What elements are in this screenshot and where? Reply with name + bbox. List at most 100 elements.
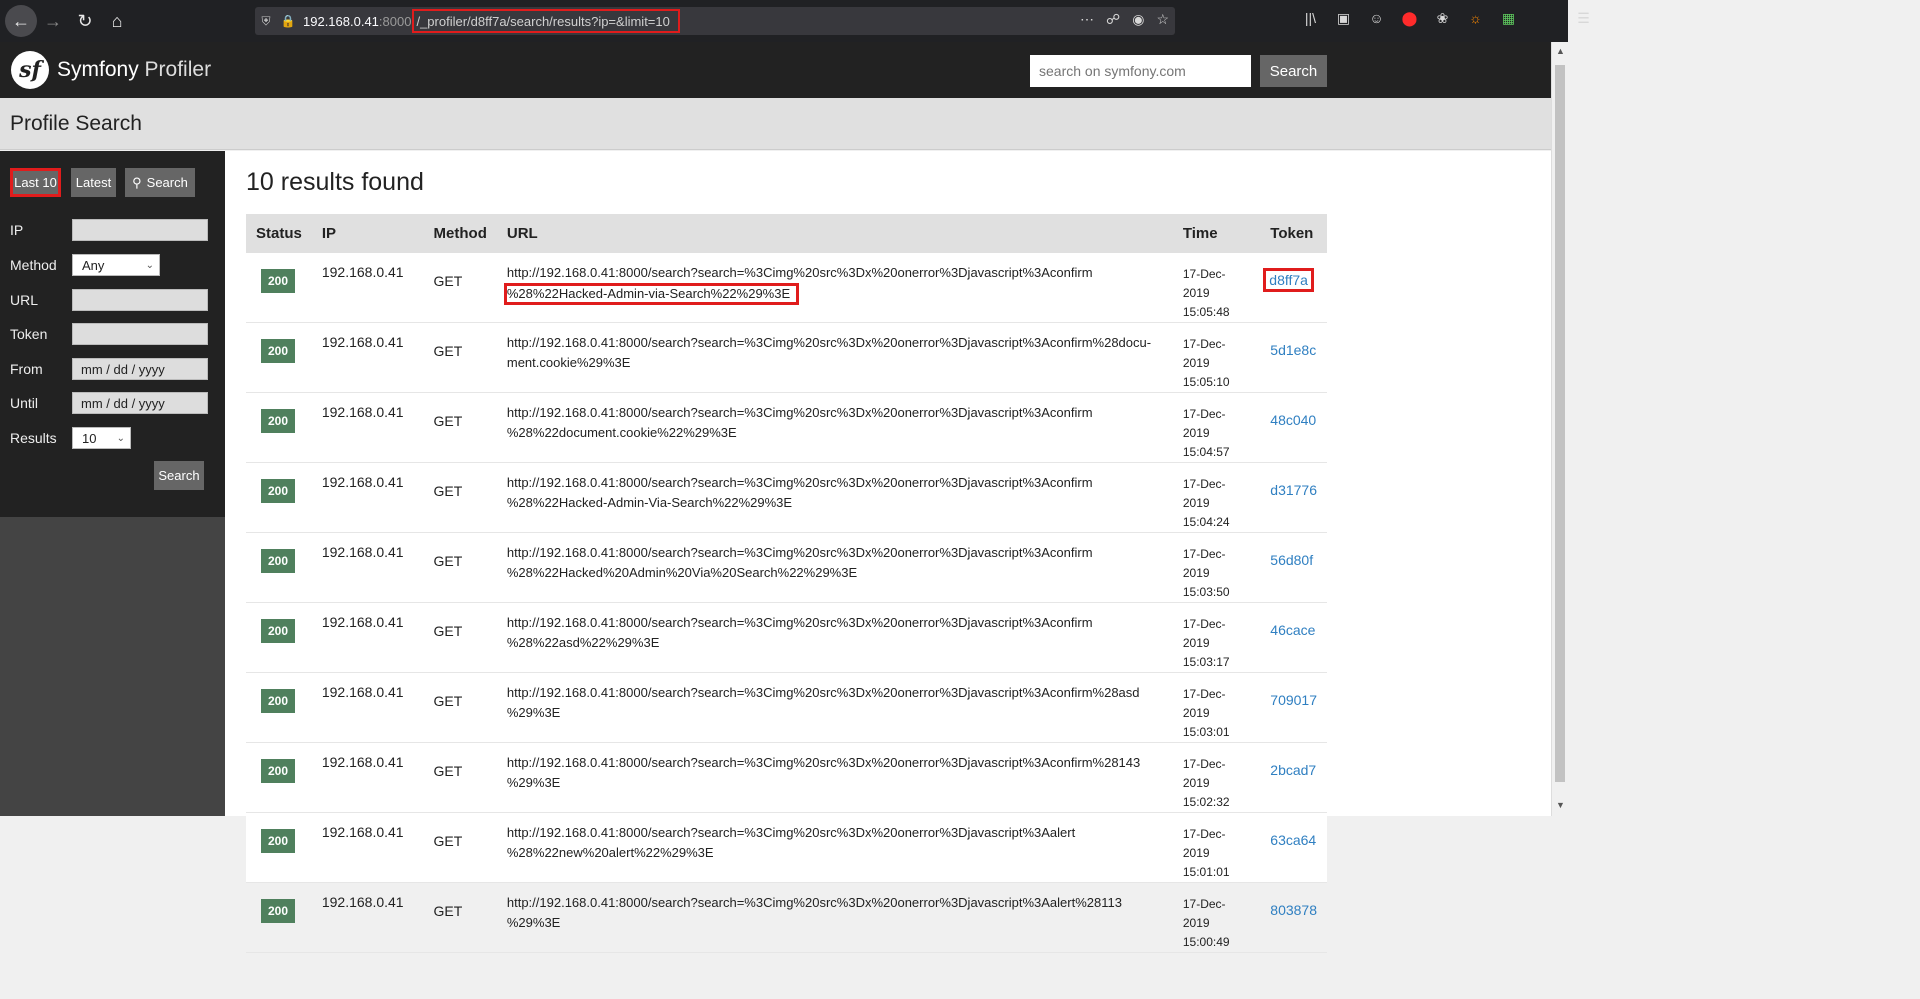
url-line-1: http://192.168.0.41:8000/search?search=%… bbox=[506, 895, 1122, 910]
time-cell: 17-Dec-2019 15:01:01 bbox=[1172, 812, 1261, 883]
app-title[interactable]: Symfony Profiler bbox=[57, 58, 211, 82]
method-cell: GET bbox=[423, 812, 497, 883]
pocket-icon[interactable]: ☍ bbox=[1106, 11, 1120, 28]
symfony-search-input[interactable] bbox=[1030, 55, 1251, 87]
page-scrollbar[interactable]: ▲ ▼ bbox=[1551, 42, 1568, 816]
color-picker-icon[interactable]: ▦ bbox=[1498, 10, 1519, 27]
token-link[interactable]: 2bcad7 bbox=[1270, 762, 1316, 778]
status-badge: 200 bbox=[261, 269, 295, 293]
page-title: Profile Search bbox=[10, 112, 142, 135]
url-line-1: http://192.168.0.41:8000/search?search=%… bbox=[506, 825, 1076, 840]
search-panel: Last 10 Latest ⚲ Search IP Method Any ⌄ … bbox=[0, 151, 225, 517]
status-badge: 200 bbox=[261, 619, 295, 643]
symfony-search-button[interactable]: Search bbox=[1260, 55, 1327, 87]
more-actions-icon[interactable]: ⋯ bbox=[1080, 11, 1094, 28]
time-text: 15:05:10 bbox=[1182, 375, 1230, 389]
token-link[interactable]: 56d80f bbox=[1270, 552, 1313, 568]
menu-hamburger-icon[interactable]: ☰ bbox=[1573, 10, 1594, 27]
symfony-logo-icon[interactable]: sf bbox=[11, 51, 49, 89]
back-arrow-icon[interactable]: ← bbox=[5, 5, 37, 37]
ip-cell: 192.168.0.41 bbox=[311, 672, 424, 743]
method-row: Method Any ⌄ bbox=[10, 253, 210, 277]
from-row: From mm / dd / yyyy bbox=[10, 357, 210, 381]
latest-button[interactable]: Latest bbox=[71, 168, 116, 197]
search-submit-button[interactable]: Search bbox=[154, 461, 204, 490]
last10-button[interactable]: Last 10 bbox=[10, 168, 61, 197]
sidebar-icon[interactable]: ▣ bbox=[1333, 10, 1354, 27]
forward-arrow-icon[interactable]: → bbox=[37, 5, 69, 37]
token-link[interactable]: 803878 bbox=[1270, 902, 1317, 918]
search-toggle-button[interactable]: ⚲ Search bbox=[125, 168, 195, 197]
date-text: 17-Dec-2019 bbox=[1182, 407, 1226, 440]
url-line-1: http://192.168.0.41:8000/search?search=%… bbox=[506, 475, 1093, 490]
ip-cell: 192.168.0.41 bbox=[311, 882, 424, 953]
date-text: 17-Dec-2019 bbox=[1182, 547, 1226, 580]
url-cell: http://192.168.0.41:8000/search?search=%… bbox=[496, 322, 1173, 393]
token-link[interactable]: 5d1e8c bbox=[1270, 342, 1316, 358]
url-line-2-highlight: %28%22Hacked-Admin-via-Search%22%29%3E bbox=[503, 283, 800, 305]
results-row: Results 10 ⌄ bbox=[10, 426, 210, 450]
results-table: Status IP Method URL Time Token 200 192.… bbox=[246, 214, 1327, 953]
ip-cell: 192.168.0.41 bbox=[311, 322, 424, 393]
method-select[interactable]: Any ⌄ bbox=[72, 254, 160, 276]
scrollbar-thumb[interactable] bbox=[1555, 65, 1565, 782]
ip-cell: 192.168.0.41 bbox=[311, 602, 424, 673]
magnifier-icon: ⚲ bbox=[132, 174, 142, 190]
url-cell: http://192.168.0.41:8000/search?search=%… bbox=[496, 253, 1173, 323]
url-line-2: %29%3E bbox=[506, 775, 561, 790]
url-cell: http://192.168.0.41:8000/search?search=%… bbox=[496, 462, 1173, 533]
date-text: 17-Dec-2019 bbox=[1182, 267, 1226, 300]
token-cell: 709017 bbox=[1260, 672, 1327, 743]
sun-addon-icon[interactable]: ☼ bbox=[1465, 10, 1486, 27]
time-text: 15:03:17 bbox=[1182, 655, 1230, 669]
table-row: 200 192.168.0.41 GET http://192.168.0.41… bbox=[246, 253, 1327, 323]
url-line-2: %28%22document.cookie%22%29%3E bbox=[506, 425, 737, 440]
url-cell: http://192.168.0.41:8000/search?search=%… bbox=[496, 742, 1173, 813]
status-badge: 200 bbox=[261, 759, 295, 783]
scroll-up-icon[interactable]: ▲ bbox=[1556, 46, 1565, 56]
token-input[interactable] bbox=[72, 323, 208, 345]
cookie-icon[interactable]: ❀ bbox=[1432, 10, 1453, 27]
address-bar[interactable]: ⛨ 🔒 192.168.0.41 :8000 /_profiler/d8ff7a… bbox=[255, 7, 1175, 35]
column-header-time: Time bbox=[1172, 214, 1261, 253]
results-limit-select[interactable]: 10 ⌄ bbox=[72, 427, 131, 449]
until-date-input[interactable]: mm / dd / yyyy bbox=[72, 392, 208, 414]
url-line-1: http://192.168.0.41:8000/search?search=%… bbox=[506, 685, 1140, 700]
time-cell: 17-Dec-2019 15:03:01 bbox=[1172, 672, 1261, 743]
ip-cell: 192.168.0.41 bbox=[311, 742, 424, 813]
main-content: 10 results found Status IP Method URL Ti… bbox=[225, 151, 1551, 953]
table-row: 200 192.168.0.41 GET http://192.168.0.41… bbox=[246, 602, 1327, 673]
shield-icon[interactable]: ⛨ bbox=[255, 14, 277, 29]
from-date-input[interactable]: mm / dd / yyyy bbox=[72, 358, 208, 380]
column-header-ip: IP bbox=[311, 214, 424, 253]
scroll-down-icon[interactable]: ▼ bbox=[1556, 800, 1565, 810]
token-link[interactable]: 48c040 bbox=[1270, 412, 1316, 428]
method-cell: GET bbox=[423, 392, 497, 463]
method-cell: GET bbox=[423, 322, 497, 393]
url-line-1: http://192.168.0.41:8000/search?search=%… bbox=[506, 755, 1141, 770]
library-icon[interactable]: ||\ bbox=[1300, 10, 1321, 27]
sidebar: Last 10 Latest ⚲ Search IP Method Any ⌄ … bbox=[0, 151, 225, 816]
insecure-lock-icon[interactable]: 🔒 bbox=[277, 14, 299, 28]
extension-icon[interactable]: ◉ bbox=[1132, 11, 1144, 28]
account-icon[interactable]: ☺ bbox=[1366, 10, 1387, 27]
time-cell: 17-Dec-2019 15:02:32 bbox=[1172, 742, 1261, 813]
reload-icon[interactable]: ↻ bbox=[69, 5, 101, 37]
results-body: 200 192.168.0.41 GET http://192.168.0.41… bbox=[246, 253, 1327, 953]
url-input[interactable] bbox=[72, 289, 208, 311]
token-link[interactable]: d8ff7a bbox=[1263, 268, 1314, 292]
ip-input[interactable] bbox=[72, 219, 208, 241]
bookmark-star-icon[interactable]: ☆ bbox=[1156, 11, 1169, 28]
url-line-1: http://192.168.0.41:8000/search?search=%… bbox=[506, 335, 1152, 350]
token-cell: 56d80f bbox=[1260, 532, 1327, 603]
token-link[interactable]: 709017 bbox=[1270, 692, 1317, 708]
token-link[interactable]: d31776 bbox=[1270, 482, 1317, 498]
ip-cell: 192.168.0.41 bbox=[311, 532, 424, 603]
token-link[interactable]: 46cace bbox=[1270, 622, 1315, 638]
results-limit-value: 10 bbox=[82, 430, 97, 446]
token-cell: 5d1e8c bbox=[1260, 322, 1327, 393]
browser-tool-icons: ||\ ▣ ☺ ⬤ ❀ ☼ ▦ ☰ bbox=[1300, 10, 1594, 27]
home-icon[interactable]: ⌂ bbox=[101, 5, 133, 37]
token-link[interactable]: 63ca64 bbox=[1270, 832, 1316, 848]
ublock-icon[interactable]: ⬤ bbox=[1399, 10, 1420, 27]
